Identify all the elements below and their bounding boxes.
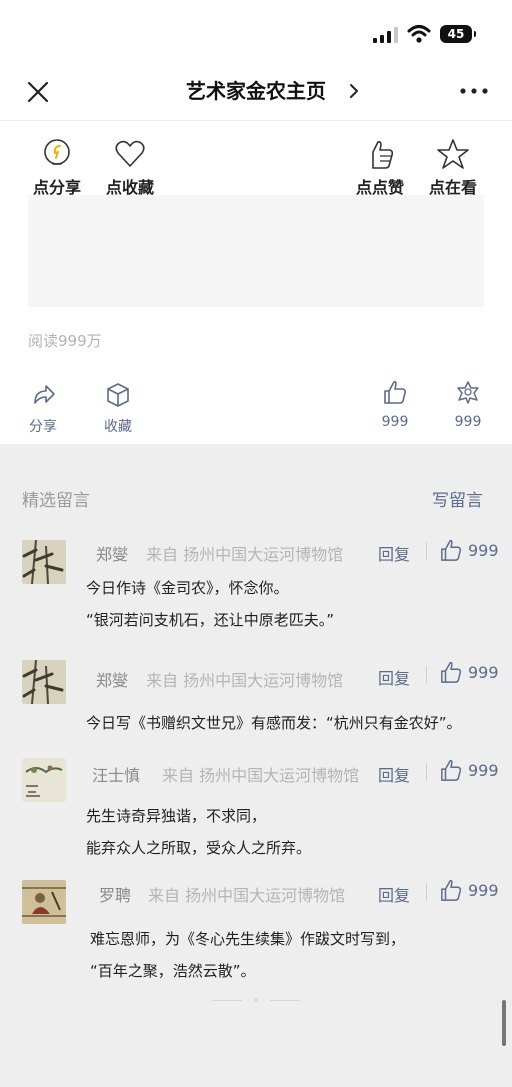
comments-heading: 精选留言 [22, 491, 90, 511]
comment-text: 今日作诗《金司农》，怀念你。 [86, 579, 289, 597]
thumbs-up-icon[interactable] [440, 879, 462, 901]
share-icon [34, 385, 55, 404]
comment-text: 难忘恩师，为《冬心先生续集》作跋文时写到， [90, 930, 406, 948]
read-count: 阅读999万 [28, 332, 102, 350]
box-icon [107, 383, 129, 407]
end-divider-right [270, 1000, 300, 1001]
cellular-signal-icon [373, 27, 398, 43]
comment-text: “百年之聚，浩然云散”。 [90, 962, 256, 980]
top-action-watch[interactable]: 点在看 [413, 124, 493, 197]
like-count: 999 [468, 541, 499, 560]
comment-location: 扬州中国大运河博物馆 [183, 671, 344, 690]
commenter-name[interactable]: 汪士慎 [92, 762, 140, 786]
thumbs-up-icon[interactable] [440, 539, 462, 561]
write-comment-button[interactable]: 写留言 [432, 486, 483, 511]
like-count: 999 [468, 881, 499, 900]
from-prefix: 来自 [146, 671, 179, 690]
reply-button[interactable]: 回复 [378, 882, 410, 906]
comment-text: “银河若问支机石，还让中原老匹夫。” [86, 611, 335, 629]
commenter-name[interactable]: 郑燮 [96, 541, 128, 565]
end-divider-left [212, 1000, 242, 1001]
flower-icon [457, 381, 479, 404]
collect-button[interactable]: 收藏 [83, 382, 153, 442]
comment-source: 来自 扬州中国大运河博物馆 [148, 882, 345, 906]
from-prefix: 来自 [148, 886, 181, 905]
comment-source: 来自 扬州中国大运河博物馆 [162, 762, 359, 786]
avatar[interactable] [22, 758, 66, 802]
scrollbar[interactable] [502, 1000, 506, 1046]
divider [426, 542, 427, 560]
commenter-name[interactable]: 郑燮 [96, 667, 128, 691]
battery-icon: 45 [440, 25, 472, 43]
divider [426, 666, 427, 684]
heart-icon [115, 140, 145, 167]
reply-button[interactable]: 回复 [378, 665, 410, 689]
page-title[interactable]: 艺术家金农主页 [150, 76, 362, 106]
from-prefix: 来自 [162, 766, 195, 785]
comment-source: 来自 扬州中国大运河博物馆 [146, 667, 343, 691]
status-bar [0, 0, 512, 60]
avatar[interactable] [22, 660, 66, 704]
wow-button[interactable]: 999 [433, 380, 503, 440]
comment-text: 今日写《书赠织文世兄》有感而发：“杭州只有金农好”。 [86, 714, 462, 732]
thumbs-up-icon [372, 141, 394, 169]
comment-source: 来自 扬州中国大运河博物馆 [146, 541, 343, 565]
like-button[interactable]: 999 [360, 380, 430, 440]
comment-location: 扬州中国大运河博物馆 [185, 886, 346, 905]
wifi-icon [407, 25, 431, 43]
comment-location: 扬州中国大运河博物馆 [183, 545, 344, 564]
top-action-collect[interactable]: 点收藏 [90, 124, 170, 197]
collect-label: 收藏 [104, 419, 132, 435]
top-action-share[interactable]: 点分享 [17, 124, 97, 197]
comment-location: 扬州中国大运河博物馆 [199, 766, 360, 785]
thumbs-up-icon[interactable] [440, 759, 462, 781]
share-button[interactable]: 分享 [8, 382, 78, 442]
reply-button[interactable]: 回复 [378, 762, 410, 786]
reply-button[interactable]: 回复 [378, 541, 410, 565]
thumbs-up-icon [384, 380, 407, 404]
content-placeholder [28, 195, 484, 307]
share-label: 分享 [29, 419, 57, 435]
avatar[interactable] [22, 880, 66, 924]
from-prefix: 来自 [146, 545, 179, 564]
end-dot [254, 998, 258, 1002]
commenter-name[interactable]: 罗聘 [99, 882, 131, 906]
like-count: 999 [468, 663, 499, 682]
comment-text: 能弃众人之所取，受众人之所弃。 [86, 839, 312, 857]
more-icon[interactable] [460, 88, 488, 94]
close-icon[interactable] [26, 80, 50, 104]
chevron-right-icon[interactable] [346, 80, 362, 102]
top-action-like[interactable]: 点点赞 [340, 124, 420, 197]
divider [426, 763, 427, 781]
like-count: 999 [468, 761, 499, 780]
divider [426, 883, 427, 901]
bulb-icon [44, 139, 70, 165]
wow-count: 999 [454, 414, 482, 430]
comment-text: 先生诗奇异独谐，不求同， [86, 807, 267, 825]
thumbs-up-icon[interactable] [440, 661, 462, 683]
star-icon [437, 139, 469, 169]
like-count: 999 [381, 414, 409, 430]
avatar[interactable] [22, 540, 66, 584]
